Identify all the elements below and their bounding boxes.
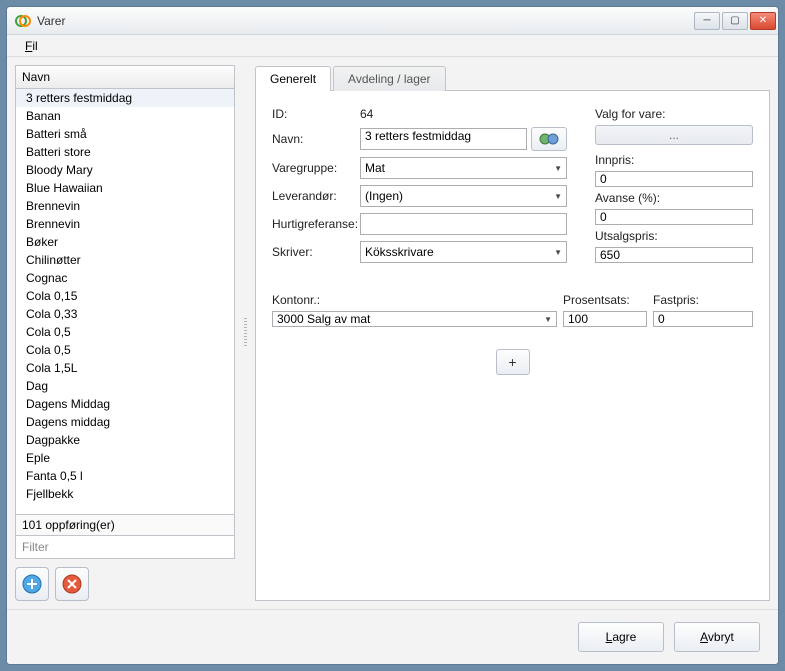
list-item[interactable]: Bloody Mary [16, 161, 234, 179]
list-item[interactable]: Eple [16, 449, 234, 467]
list-item[interactable]: Blue Hawaiian [16, 179, 234, 197]
detail-pane: Generelt Avdeling / lager ID: 64 Navn: 3… [255, 65, 770, 601]
options-heading: Valg for vare: [595, 107, 753, 121]
printer-label: Skriver: [272, 245, 360, 259]
list-item[interactable]: Batteri store [16, 143, 234, 161]
vendor-label: Leverandør: [272, 189, 360, 203]
konto-label: Kontonr.: [272, 293, 557, 307]
splitter-grip-icon [244, 318, 247, 348]
list-item[interactable]: Cola 0,33 [16, 305, 234, 323]
close-button[interactable]: ✕ [750, 12, 776, 30]
list-item[interactable]: Banan [16, 107, 234, 125]
list-item[interactable]: Dag [16, 377, 234, 395]
dialog-footer: Lagre Avbryt [7, 609, 778, 664]
chevron-down-icon: ▼ [554, 164, 562, 173]
list-item[interactable]: Fjellbekk [16, 485, 234, 503]
list-item[interactable]: Brennevin [16, 215, 234, 233]
name-label: Navn: [272, 132, 360, 146]
vendor-select[interactable]: (Ingen) ▼ [360, 185, 567, 207]
list-item[interactable]: Dagpakke [16, 431, 234, 449]
utsalg-input[interactable]: 650 [595, 247, 753, 263]
filter-input[interactable]: Filter [15, 536, 235, 559]
item-list-pane: Navn 3 retters festmiddagBananBatteri sm… [15, 65, 235, 601]
app-icon [15, 13, 31, 29]
window-title: Varer [37, 14, 694, 28]
group-select[interactable]: Mat ▼ [360, 157, 567, 179]
konto-value: 3000 Salg av mat [277, 312, 370, 326]
cancel-button[interactable]: Avbryt [674, 622, 760, 652]
prosent-input[interactable]: 100 [563, 311, 647, 327]
group-label: Varegruppe: [272, 161, 360, 175]
minimize-button[interactable]: ─ [694, 12, 720, 30]
list-count: 101 oppføring(er) [15, 515, 235, 536]
save-button[interactable]: Lagre [578, 622, 664, 652]
list-item[interactable]: Chilinøtter [16, 251, 234, 269]
tab-general[interactable]: Generelt [255, 66, 331, 91]
id-label: ID: [272, 107, 360, 121]
avanse-label: Avanse (%): [595, 191, 753, 205]
list-item[interactable]: Fanta 0,5 l [16, 467, 234, 485]
quickref-input[interactable] [360, 213, 567, 235]
innpris-input[interactable]: 0 [595, 171, 753, 187]
vendor-value: (Ingen) [365, 189, 403, 203]
konto-select[interactable]: 3000 Salg av mat ▼ [272, 311, 557, 327]
chevron-down-icon: ▼ [554, 248, 562, 257]
delete-item-button[interactable] [55, 567, 89, 601]
tab-department[interactable]: Avdeling / lager [333, 66, 446, 91]
options-button[interactable]: ... [595, 125, 753, 145]
quickref-label: Hurtigreferanse: [272, 217, 360, 231]
add-item-button[interactable] [15, 567, 49, 601]
list-item[interactable]: Batteri små [16, 125, 234, 143]
list-item[interactable]: Brennevin [16, 197, 234, 215]
menu-file[interactable]: Fil [17, 37, 46, 55]
title-bar[interactable]: Varer ─ ▢ ✕ [7, 7, 778, 35]
utsalg-label: Utsalgspris: [595, 229, 753, 243]
list-item[interactable]: Dagens middag [16, 413, 234, 431]
menu-bar: Fil [7, 35, 778, 57]
name-input[interactable]: 3 retters festmiddag [360, 128, 527, 150]
list-item[interactable]: Cola 0,5 [16, 341, 234, 359]
maximize-button[interactable]: ▢ [722, 12, 748, 30]
pane-splitter[interactable] [243, 65, 247, 601]
chevron-down-icon: ▼ [544, 315, 552, 324]
item-list[interactable]: 3 retters festmiddagBananBatteri småBatt… [15, 88, 235, 515]
list-item[interactable]: Cognac [16, 269, 234, 287]
fastpris-label: Fastpris: [653, 293, 753, 307]
printer-value: Köksskrivare [365, 245, 434, 259]
list-item[interactable]: Cola 0,5 [16, 323, 234, 341]
fastpris-input[interactable]: 0 [653, 311, 753, 327]
list-item[interactable]: Dagens Middag [16, 395, 234, 413]
list-item[interactable]: Cola 0,15 [16, 287, 234, 305]
printer-select[interactable]: Köksskrivare ▼ [360, 241, 567, 263]
main-window: Varer ─ ▢ ✕ Fil Navn 3 retters festmidda… [6, 6, 779, 665]
list-item[interactable]: Cola 1,5L [16, 359, 234, 377]
translate-button[interactable] [531, 127, 567, 151]
plus-circle-icon [21, 573, 43, 595]
prosent-label: Prosentsats: [563, 293, 647, 307]
chevron-down-icon: ▼ [554, 192, 562, 201]
avanse-input[interactable]: 0 [595, 209, 753, 225]
delete-circle-icon [61, 573, 83, 595]
list-header-name[interactable]: Navn [15, 65, 235, 88]
list-item[interactable]: 3 retters festmiddag [16, 89, 234, 107]
innpris-label: Innpris: [595, 153, 753, 167]
globes-icon [538, 131, 560, 147]
list-item[interactable]: Bøker [16, 233, 234, 251]
id-value: 64 [360, 107, 373, 121]
group-value: Mat [365, 161, 385, 175]
add-account-row-button[interactable]: + [496, 349, 530, 375]
